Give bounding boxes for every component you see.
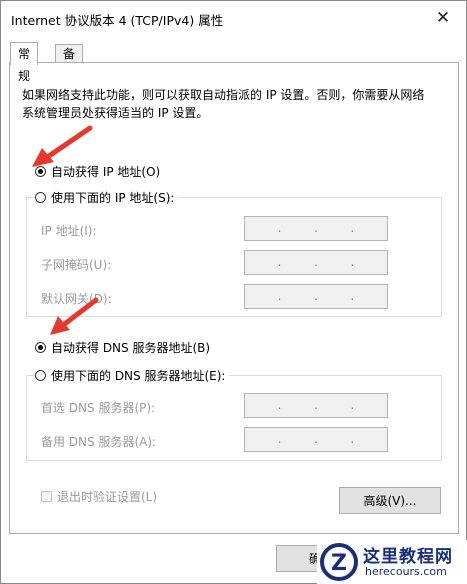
ip-address-sep-1: . bbox=[277, 220, 282, 235]
default-gateway-sep-2: . bbox=[314, 288, 318, 303]
validate-on-exit-label: 退出时验证设置(L) bbox=[57, 490, 158, 504]
preferred-dns-sep-2: . bbox=[314, 397, 318, 412]
site-watermark: Z 这里教程网 herecours.com bbox=[317, 540, 467, 584]
alternate-dns-sep-3: . bbox=[350, 431, 355, 446]
preferred-dns-input[interactable]: . . . bbox=[244, 393, 388, 418]
annotation-arrow-auto-dns bbox=[50, 297, 99, 335]
ip-address-input[interactable]: . . . bbox=[244, 216, 388, 241]
watermark-logo-icon: Z bbox=[320, 543, 358, 581]
subnet-mask-label: 子网掩码(U): bbox=[41, 258, 112, 272]
subnet-mask-sep-3: . bbox=[350, 254, 355, 269]
alternate-dns-sep-2: . bbox=[314, 431, 318, 446]
title-bar: Internet 协议版本 4 (TCP/IPv4) 属性 ✕ bbox=[1, 1, 466, 34]
close-icon: ✕ bbox=[435, 7, 451, 28]
dialog-title: Internet 协议版本 4 (TCP/IPv4) 属性 bbox=[11, 13, 224, 28]
radio-manual-ip-label: 使用下面的 IP 地址(S): bbox=[51, 190, 175, 205]
radio-manual-ip-indicator bbox=[35, 191, 46, 203]
radio-manual-dns[interactable]: 使用下面的 DNS 服务器地址(E): bbox=[35, 367, 230, 383]
radio-manual-dns-indicator bbox=[35, 369, 46, 381]
subnet-mask-sep-2: . bbox=[314, 254, 318, 269]
alternate-dns-sep-1: . bbox=[277, 431, 282, 446]
radio-auto-dns[interactable]: 自动获得 DNS 服务器地址(B) bbox=[35, 339, 210, 355]
watermark-title: 这里教程网 bbox=[363, 547, 453, 567]
ip-address-sep-2: . bbox=[314, 220, 318, 235]
alternate-dns-label: 备用 DNS 服务器(A): bbox=[41, 435, 157, 449]
advanced-button-label: 高级(V)... bbox=[363, 494, 417, 508]
preferred-dns-sep-1: . bbox=[277, 397, 282, 412]
validate-on-exit-box bbox=[41, 491, 52, 502]
radio-manual-ip[interactable]: 使用下面的 IP 地址(S): bbox=[35, 189, 179, 205]
subnet-mask-sep-1: . bbox=[277, 254, 282, 269]
close-button[interactable]: ✕ bbox=[420, 1, 466, 34]
tab-alternate-config[interactable]: 备用配置 bbox=[55, 44, 84, 118]
tab-general[interactable]: 常规 bbox=[10, 42, 39, 83]
tab-general-label: 常规 bbox=[18, 47, 31, 83]
default-gateway-sep-3: . bbox=[350, 288, 355, 303]
radio-auto-dns-label: 自动获得 DNS 服务器地址(B) bbox=[51, 340, 211, 355]
preferred-dns-label: 首选 DNS 服务器(P): bbox=[41, 401, 156, 415]
validate-on-exit-checkbox[interactable]: 退出时验证设置(L) bbox=[41, 488, 157, 505]
ip-address-sep-3: . bbox=[350, 220, 355, 235]
alternate-dns-input[interactable]: . . . bbox=[244, 427, 388, 452]
radio-manual-dns-label: 使用下面的 DNS 服务器地址(E): bbox=[51, 368, 226, 383]
default-gateway-input[interactable]: . . . bbox=[244, 284, 388, 309]
radio-auto-dns-indicator bbox=[35, 341, 46, 353]
svg-text:Z: Z bbox=[331, 551, 347, 576]
ip-address-label: IP 地址(I): bbox=[41, 224, 97, 238]
watermark-url: herecours.com bbox=[365, 565, 447, 578]
preferred-dns-sep-3: . bbox=[350, 397, 355, 412]
annotation-arrow-auto-ip bbox=[32, 125, 93, 167]
advanced-button[interactable]: 高级(V)... bbox=[339, 487, 441, 514]
default-gateway-sep-1: . bbox=[277, 288, 282, 303]
subnet-mask-input[interactable]: . . . bbox=[244, 250, 388, 275]
description-text: 如果网络支持此功能，则可以获取自动指派的 IP 设置。否则，你需要从网络系统管理… bbox=[22, 88, 425, 120]
